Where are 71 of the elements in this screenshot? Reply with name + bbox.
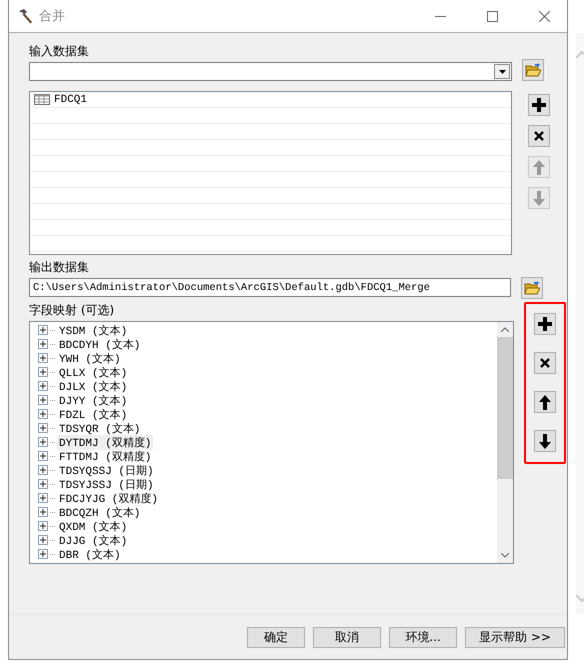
field-map-label: 字段映射 (可选) bbox=[29, 302, 116, 319]
hammer-icon bbox=[17, 8, 33, 24]
add-button[interactable] bbox=[534, 313, 556, 335]
expand-icon[interactable] bbox=[38, 549, 48, 559]
expand-icon[interactable] bbox=[38, 493, 48, 503]
expand-icon[interactable] bbox=[38, 367, 48, 377]
scrollbar[interactable] bbox=[497, 322, 513, 563]
expand-icon[interactable] bbox=[38, 479, 48, 489]
dataset-name[interactable]: FDCQ1 bbox=[54, 94, 88, 106]
dialog-button[interactable]: 确定 bbox=[247, 626, 305, 648]
field-item[interactable]: TDSYQR (文本) bbox=[57, 420, 142, 436]
field-item[interactable]: DJYY (文本) bbox=[57, 392, 130, 408]
move-up-button[interactable] bbox=[534, 391, 556, 413]
expand-icon[interactable] bbox=[38, 381, 48, 391]
field-item[interactable]: DJLX (文本) bbox=[57, 378, 130, 394]
field-item[interactable]: QLLX (文本) bbox=[57, 364, 130, 380]
plus-icon bbox=[532, 98, 546, 112]
expand-icon[interactable] bbox=[38, 339, 48, 349]
expand-icon[interactable] bbox=[38, 325, 48, 335]
field-item[interactable]: BDCDYH (文本) bbox=[57, 336, 142, 352]
field-item[interactable]: QXDM (文本) bbox=[57, 518, 130, 534]
close-icon bbox=[534, 131, 544, 141]
expand-icon[interactable] bbox=[38, 437, 48, 447]
browse-button[interactable] bbox=[522, 59, 544, 81]
dialog-button[interactable]: 取消 bbox=[313, 626, 381, 648]
output-path-field[interactable]: C:\Users\Administrator\Documents\ArcGIS\Default.gdb\FDCQ1_Merge bbox=[29, 278, 511, 297]
expand-icon[interactable] bbox=[38, 451, 48, 461]
remove-button[interactable] bbox=[534, 352, 556, 374]
input-label: 输入数据集 bbox=[29, 43, 90, 60]
open-folder-icon bbox=[524, 281, 540, 295]
window-title: 合并 bbox=[39, 8, 66, 25]
expand-icon[interactable] bbox=[38, 507, 48, 517]
expand-icon[interactable] bbox=[38, 353, 48, 363]
expand-icon[interactable] bbox=[38, 423, 48, 433]
add-button[interactable] bbox=[528, 94, 550, 116]
expand-icon[interactable] bbox=[38, 409, 48, 419]
expand-icon[interactable] bbox=[38, 395, 48, 405]
arrow-up-icon bbox=[533, 160, 545, 174]
close-icon bbox=[540, 358, 550, 368]
dialog-button[interactable]: 环境... bbox=[389, 626, 457, 648]
arrow-down-icon bbox=[539, 434, 551, 448]
dataset-dropdown[interactable] bbox=[29, 62, 512, 81]
expand-icon[interactable] bbox=[38, 521, 48, 531]
field-item[interactable]: TDSYQSSJ (日期) bbox=[57, 462, 156, 478]
field-item[interactable]: DYTDMJ (双精度) bbox=[57, 434, 154, 450]
field-item[interactable]: FTTDMJ (双精度) bbox=[57, 448, 154, 464]
field-item[interactable]: DJJG (文本) bbox=[57, 532, 130, 548]
arrow-down-icon bbox=[533, 190, 545, 206]
scroll-down-icon bbox=[501, 553, 509, 558]
scroll-up-icon bbox=[501, 327, 509, 332]
output-label: 输出数据集 bbox=[29, 259, 90, 276]
field-item[interactable]: DBR (文本) bbox=[57, 546, 123, 562]
expand-icon[interactable] bbox=[38, 465, 48, 475]
arrow-up-icon bbox=[539, 394, 551, 410]
browse-button[interactable] bbox=[521, 277, 543, 299]
expand-icon[interactable] bbox=[38, 535, 48, 545]
field-item[interactable]: FDCJYJG (双精度) bbox=[57, 490, 160, 506]
table-icon bbox=[34, 94, 50, 105]
field-item[interactable]: FDZL (文本) bbox=[57, 406, 130, 422]
field-item[interactable]: BDCQZH (文本) bbox=[57, 504, 142, 520]
move-down-button[interactable] bbox=[534, 430, 556, 452]
dialog-button[interactable]: 显示帮助 >> bbox=[465, 626, 565, 648]
open-folder-icon bbox=[525, 63, 541, 77]
maximize-icon bbox=[486, 10, 498, 22]
caret-icon bbox=[498, 70, 506, 74]
remove-button[interactable] bbox=[528, 125, 550, 147]
plus-icon bbox=[538, 317, 552, 331]
close-icon bbox=[538, 10, 550, 22]
field-item[interactable]: YWH (文本) bbox=[57, 350, 123, 366]
field-item[interactable]: TDSYJSSJ (日期) bbox=[57, 476, 156, 492]
field-item[interactable]: YSDM (文本) bbox=[57, 322, 130, 338]
